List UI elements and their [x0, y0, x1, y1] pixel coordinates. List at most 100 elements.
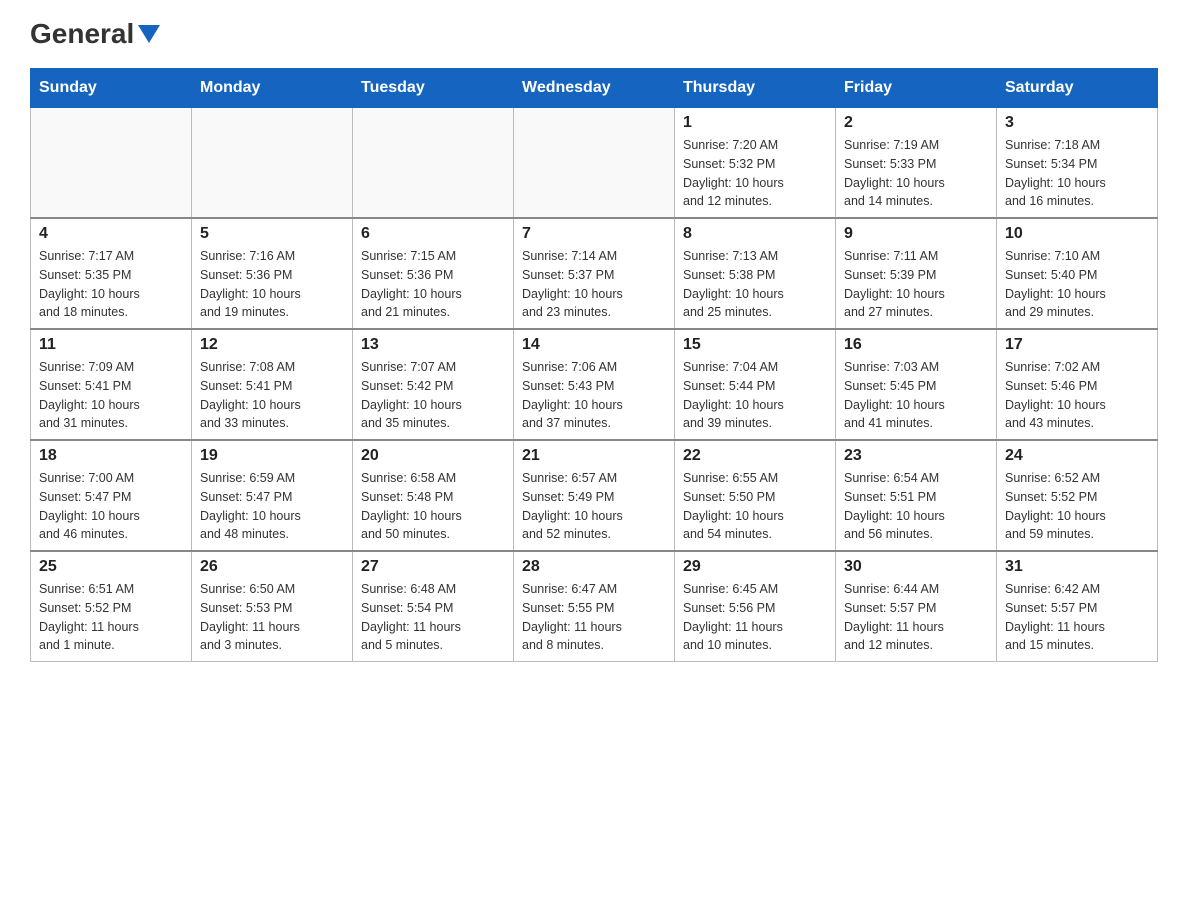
week-row-5: 25Sunrise: 6:51 AMSunset: 5:52 PMDayligh… — [31, 551, 1158, 662]
calendar-cell: 25Sunrise: 6:51 AMSunset: 5:52 PMDayligh… — [31, 551, 192, 662]
day-number: 4 — [39, 225, 183, 243]
calendar-cell: 18 Sunrise: 7:00 AMSunset: 5:47 PMDayligh… — [31, 440, 192, 551]
day-number: 10 — [1005, 225, 1149, 243]
header-sunday: Sunday — [31, 69, 192, 108]
calendar-cell: 8 Sunrise: 7:13 AMSunset: 5:38 PMDaylight… — [675, 218, 836, 329]
day-info: Sunrise: 7:20 AMSunset: 5:32 PMDaylight:… — [683, 136, 827, 211]
day-info: Sunrise: 6:47 AMSunset: 5:55 PMDaylight:… — [522, 580, 666, 655]
day-info: Sunrise: 6:48 AMSunset: 5:54 PMDaylight:… — [361, 580, 505, 655]
day-info: Sunrise: 7:14 AMSunset: 5:37 PMDaylight:… — [522, 247, 666, 322]
calendar-table: SundayMondayTuesdayWednesdayThursdayFrid… — [30, 68, 1158, 662]
day-number: 15 — [683, 336, 827, 354]
day-info: Sunrise: 7:11 AMSunset: 5:39 PMDaylight:… — [844, 247, 988, 322]
week-row-4: 18 Sunrise: 7:00 AMSunset: 5:47 PMDayligh… — [31, 440, 1158, 551]
calendar-cell: 6Sunrise: 7:15 AMSunset: 5:36 PMDaylight… — [353, 218, 514, 329]
day-number: 31 — [1005, 558, 1149, 576]
day-info: Sunrise: 6:51 AMSunset: 5:52 PMDaylight:… — [39, 580, 183, 655]
day-info: Sunrise: 6:58 AMSunset: 5:48 PMDaylight:… — [361, 469, 505, 544]
day-number: 13 — [361, 336, 505, 354]
week-row-3: 11 Sunrise: 7:09 AMSunset: 5:41 PMDayligh… — [31, 329, 1158, 440]
calendar-cell: 19Sunrise: 6:59 AMSunset: 5:47 PMDayligh… — [192, 440, 353, 551]
day-number: 16 — [844, 336, 988, 354]
calendar-cell: 13 Sunrise: 7:07 AMSunset: 5:42 PMDayligh… — [353, 329, 514, 440]
header-saturday: Saturday — [997, 69, 1158, 108]
logo-text-general: General — [30, 20, 134, 48]
day-number: 1 — [683, 114, 827, 132]
day-info: Sunrise: 6:45 AMSunset: 5:56 PMDaylight:… — [683, 580, 827, 655]
calendar-cell: 24 Sunrise: 6:52 AMSunset: 5:52 PMDayligh… — [997, 440, 1158, 551]
day-info: Sunrise: 7:09 AMSunset: 5:41 PMDaylight:… — [39, 358, 183, 433]
calendar-cell: 12 Sunrise: 7:08 AMSunset: 5:41 PMDayligh… — [192, 329, 353, 440]
calendar-cell: 29 Sunrise: 6:45 AMSunset: 5:56 PMDayligh… — [675, 551, 836, 662]
day-info: Sunrise: 6:55 AMSunset: 5:50 PMDaylight:… — [683, 469, 827, 544]
calendar-cell: 5 Sunrise: 7:16 AMSunset: 5:36 PMDaylight… — [192, 218, 353, 329]
calendar-cell: 7 Sunrise: 7:14 AMSunset: 5:37 PMDaylight… — [514, 218, 675, 329]
calendar-cell: 10Sunrise: 7:10 AMSunset: 5:40 PMDayligh… — [997, 218, 1158, 329]
day-number: 23 — [844, 447, 988, 465]
calendar-cell: 2Sunrise: 7:19 AMSunset: 5:33 PMDaylight… — [836, 108, 997, 219]
day-info: Sunrise: 6:50 AMSunset: 5:53 PMDaylight:… — [200, 580, 344, 655]
week-row-1: 1 Sunrise: 7:20 AMSunset: 5:32 PMDaylight… — [31, 108, 1158, 219]
calendar-cell: 4 Sunrise: 7:17 AMSunset: 5:35 PMDaylight… — [31, 218, 192, 329]
day-number: 29 — [683, 558, 827, 576]
day-info: Sunrise: 7:17 AMSunset: 5:35 PMDaylight:… — [39, 247, 183, 322]
day-info: Sunrise: 6:54 AMSunset: 5:51 PMDaylight:… — [844, 469, 988, 544]
calendar-cell — [192, 108, 353, 219]
day-info: Sunrise: 7:08 AMSunset: 5:41 PMDaylight:… — [200, 358, 344, 433]
calendar-cell — [353, 108, 514, 219]
day-number: 17 — [1005, 336, 1149, 354]
header-monday: Monday — [192, 69, 353, 108]
calendar-cell: 26 Sunrise: 6:50 AMSunset: 5:53 PMDayligh… — [192, 551, 353, 662]
header-thursday: Thursday — [675, 69, 836, 108]
header-wednesday: Wednesday — [514, 69, 675, 108]
day-number: 12 — [200, 336, 344, 354]
day-info: Sunrise: 6:44 AMSunset: 5:57 PMDaylight:… — [844, 580, 988, 655]
week-row-2: 4 Sunrise: 7:17 AMSunset: 5:35 PMDaylight… — [31, 218, 1158, 329]
calendar-cell: 28 Sunrise: 6:47 AMSunset: 5:55 PMDayligh… — [514, 551, 675, 662]
day-number: 8 — [683, 225, 827, 243]
day-number: 11 — [39, 336, 183, 354]
calendar-cell: 31 Sunrise: 6:42 AMSunset: 5:57 PMDayligh… — [997, 551, 1158, 662]
day-number: 14 — [522, 336, 666, 354]
day-number: 2 — [844, 114, 988, 132]
calendar-cell: 17Sunrise: 7:02 AMSunset: 5:46 PMDayligh… — [997, 329, 1158, 440]
day-info: Sunrise: 7:00 AMSunset: 5:47 PMDaylight:… — [39, 469, 183, 544]
calendar-cell: 22 Sunrise: 6:55 AMSunset: 5:50 PMDayligh… — [675, 440, 836, 551]
header-friday: Friday — [836, 69, 997, 108]
day-number: 28 — [522, 558, 666, 576]
logo: General — [30, 20, 160, 48]
header-tuesday: Tuesday — [353, 69, 514, 108]
day-info: Sunrise: 6:57 AMSunset: 5:49 PMDaylight:… — [522, 469, 666, 544]
calendar-cell: 30 Sunrise: 6:44 AMSunset: 5:57 PMDayligh… — [836, 551, 997, 662]
calendar-cell: 23 Sunrise: 6:54 AMSunset: 5:51 PMDayligh… — [836, 440, 997, 551]
day-info: Sunrise: 6:59 AMSunset: 5:47 PMDaylight:… — [200, 469, 344, 544]
day-number: 24 — [1005, 447, 1149, 465]
calendar-header-row: SundayMondayTuesdayWednesdayThursdayFrid… — [31, 69, 1158, 108]
day-info: Sunrise: 7:15 AMSunset: 5:36 PMDaylight:… — [361, 247, 505, 322]
day-number: 20 — [361, 447, 505, 465]
calendar-cell: 21 Sunrise: 6:57 AMSunset: 5:49 PMDayligh… — [514, 440, 675, 551]
day-info: Sunrise: 7:06 AMSunset: 5:43 PMDaylight:… — [522, 358, 666, 433]
day-number: 18 — [39, 447, 183, 465]
day-number: 5 — [200, 225, 344, 243]
day-info: Sunrise: 7:04 AMSunset: 5:44 PMDaylight:… — [683, 358, 827, 433]
calendar-cell — [31, 108, 192, 219]
calendar-cell: 14 Sunrise: 7:06 AMSunset: 5:43 PMDayligh… — [514, 329, 675, 440]
calendar-cell: 3Sunrise: 7:18 AMSunset: 5:34 PMDaylight… — [997, 108, 1158, 219]
day-number: 26 — [200, 558, 344, 576]
calendar-cell: 9 Sunrise: 7:11 AMSunset: 5:39 PMDaylight… — [836, 218, 997, 329]
calendar-cell: 11 Sunrise: 7:09 AMSunset: 5:41 PMDayligh… — [31, 329, 192, 440]
day-number: 9 — [844, 225, 988, 243]
day-number: 7 — [522, 225, 666, 243]
day-info: Sunrise: 7:07 AMSunset: 5:42 PMDaylight:… — [361, 358, 505, 433]
day-info: Sunrise: 7:16 AMSunset: 5:36 PMDaylight:… — [200, 247, 344, 322]
day-info: Sunrise: 6:42 AMSunset: 5:57 PMDaylight:… — [1005, 580, 1149, 655]
day-number: 30 — [844, 558, 988, 576]
page-header: General — [30, 20, 1158, 48]
day-number: 21 — [522, 447, 666, 465]
logo-triangle-icon — [138, 25, 160, 43]
day-number: 27 — [361, 558, 505, 576]
day-number: 22 — [683, 447, 827, 465]
day-info: Sunrise: 6:52 AMSunset: 5:52 PMDaylight:… — [1005, 469, 1149, 544]
day-info: Sunrise: 7:13 AMSunset: 5:38 PMDaylight:… — [683, 247, 827, 322]
